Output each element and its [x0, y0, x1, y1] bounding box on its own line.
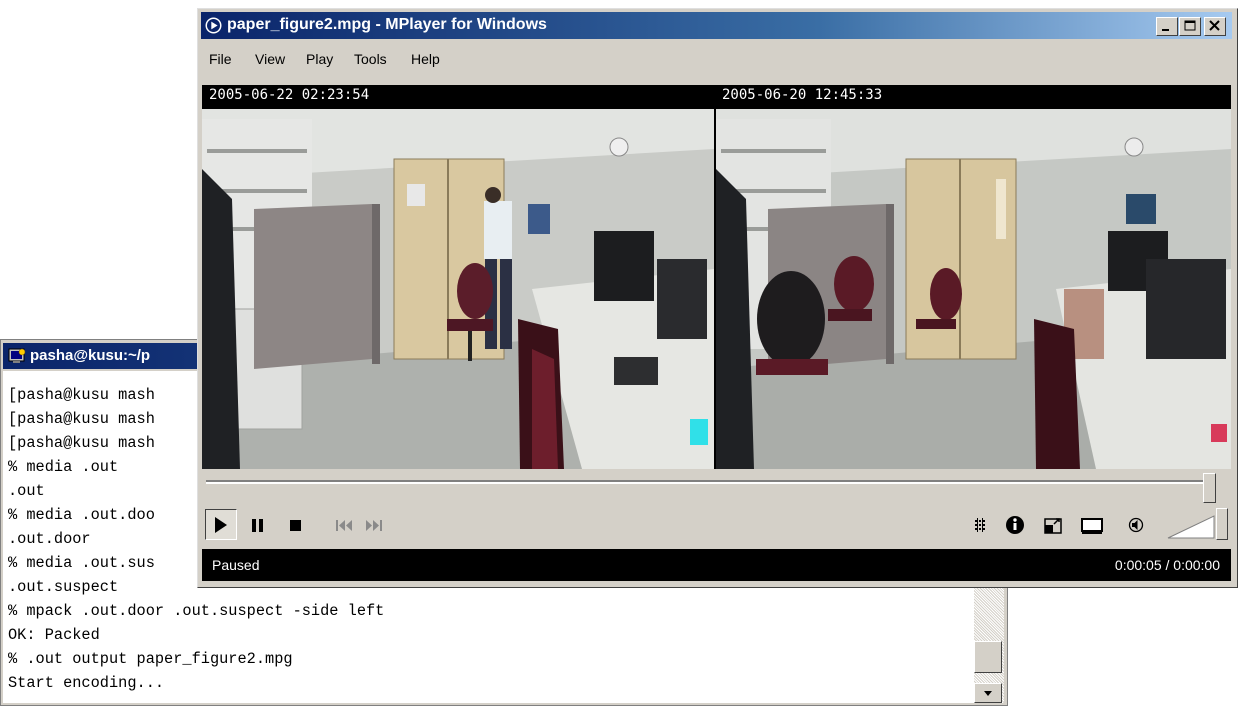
playback-status: Paused [212, 557, 260, 573]
seek-track [206, 480, 1214, 484]
menu-help[interactable]: Help [411, 51, 440, 67]
maximize-button[interactable] [1179, 17, 1201, 36]
terminal-line: % .out output paper_figure2.mpg [8, 650, 293, 668]
scroll-down-button[interactable] [974, 683, 1002, 703]
seek-thumb[interactable] [1203, 473, 1216, 503]
left-camera-frame [202, 109, 714, 469]
volume-slider[interactable] [1164, 508, 1228, 542]
info-button[interactable] [1002, 512, 1028, 538]
terminal-line: OK: Packed [8, 626, 100, 644]
menu-play[interactable]: Play [306, 51, 333, 67]
close-button[interactable] [1204, 17, 1226, 36]
compact-view-icon [1081, 518, 1103, 534]
right-camera-frame [716, 109, 1231, 469]
fullscreen-icon [1044, 518, 1062, 534]
video-display[interactable]: 2005-06-22 02:23:54 2005-06-20 12:45:33 [202, 85, 1231, 469]
fullscreen-button[interactable] [1040, 512, 1066, 538]
terminal-title: pasha@kusu:~/p [30, 347, 151, 364]
stop-button[interactable] [284, 512, 308, 538]
previous-button[interactable] [332, 512, 356, 538]
right-timestamp: 2005-06-20 12:45:33 [722, 87, 883, 103]
seek-bar[interactable] [202, 471, 1231, 505]
next-button[interactable] [362, 512, 386, 538]
menu-view[interactable]: View [255, 51, 285, 67]
play-icon [215, 517, 227, 533]
mute-button[interactable] [1124, 512, 1148, 538]
mplayer-title: paper_figure2.mpg - MPlayer for Windows [227, 16, 547, 33]
menu-bar: File View Play Tools Help [201, 41, 1232, 73]
playlist-button[interactable] [970, 512, 994, 538]
minimize-button[interactable] [1156, 17, 1178, 36]
terminal-app-icon [8, 348, 26, 363]
menu-tools[interactable]: Tools [354, 51, 387, 67]
right-office-scene [716, 109, 1231, 469]
skip-back-icon [336, 520, 352, 531]
maximize-icon [1184, 20, 1196, 31]
playback-controls [202, 506, 1231, 546]
info-icon [1006, 516, 1024, 534]
skip-forward-icon [366, 520, 382, 531]
stop-icon [290, 520, 301, 531]
mplayer-app-icon [205, 17, 222, 34]
minimize-icon [1162, 29, 1169, 31]
speaker-icon [1128, 517, 1144, 533]
arrow-down-icon [984, 691, 992, 696]
mplayer-window[interactable]: paper_figure2.mpg - MPlayer for Windows … [197, 8, 1238, 588]
time-display: 0:00:05 / 0:00:00 [1114, 557, 1220, 573]
scrollbar-thumb[interactable] [974, 641, 1002, 673]
playlist-icon [975, 518, 985, 532]
terminal-line: Start encoding... [8, 674, 165, 692]
volume-thumb[interactable] [1216, 508, 1228, 540]
left-timestamp: 2005-06-22 02:23:54 [209, 87, 370, 103]
menu-file[interactable]: File [209, 51, 232, 67]
pause-icon [252, 519, 263, 532]
mplayer-title-bar[interactable]: paper_figure2.mpg - MPlayer for Windows [201, 12, 1232, 39]
close-icon [1209, 20, 1220, 31]
terminal-line: % mpack .out.door .out.suspect -side lef… [8, 602, 385, 620]
play-button[interactable] [205, 509, 237, 540]
pause-button[interactable] [246, 512, 270, 538]
compact-view-button[interactable] [1078, 512, 1106, 538]
left-office-scene [202, 109, 714, 469]
status-bar: Paused 0:00:05 / 0:00:00 [202, 549, 1231, 581]
